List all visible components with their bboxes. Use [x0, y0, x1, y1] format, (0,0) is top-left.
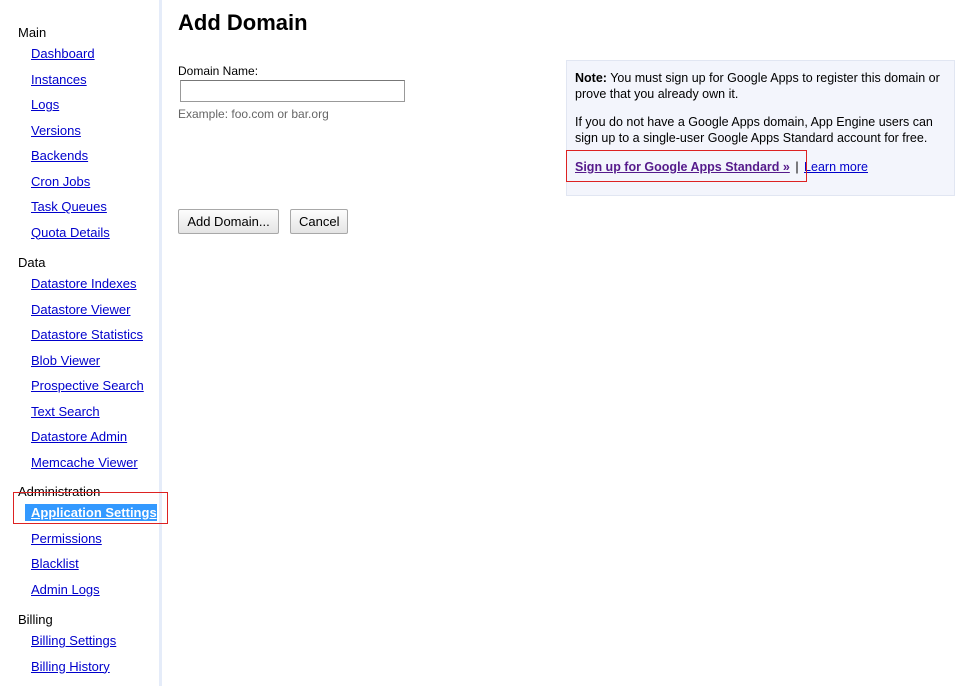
sidebar-item-text-search: Text Search: [18, 399, 144, 425]
blacklist-link[interactable]: Blacklist: [31, 556, 79, 571]
note-text: You must sign up for Google Apps to regi…: [575, 71, 940, 101]
sidebar-item-datastore-viewer: Datastore Viewer: [18, 297, 144, 323]
cancel-button[interactable]: Cancel: [290, 209, 348, 234]
domain-name-label: Domain Name:: [178, 64, 259, 78]
blob-viewer-link[interactable]: Blob Viewer: [31, 353, 100, 368]
sidebar-item-permissions: Permissions: [18, 526, 157, 552]
backends-link[interactable]: Backends: [31, 148, 88, 163]
signup-note-box: Note: You must sign up for Google Apps t…: [566, 60, 955, 196]
note-paragraph-2: If you do not have a Google Apps domain,…: [575, 115, 933, 145]
sidebar-item-blob-viewer: Blob Viewer: [18, 348, 144, 374]
sidebar-item-blacklist: Blacklist: [18, 551, 157, 577]
nav-heading-administration: Administration: [18, 484, 101, 499]
domain-example-hint: Example: foo.com or bar.org: [178, 107, 329, 121]
billing-history-link[interactable]: Billing History: [31, 659, 110, 674]
nav-heading-data: Data: [18, 255, 46, 270]
sidebar-item-datastore-statistics: Datastore Statistics: [18, 322, 144, 348]
sidebar-item-memcache-viewer: Memcache Viewer: [18, 450, 144, 476]
datastore-viewer-link[interactable]: Datastore Viewer: [31, 302, 130, 317]
sidebar-item-application-settings: Application Settings: [18, 500, 157, 526]
datastore-statistics-link[interactable]: Datastore Statistics: [31, 327, 143, 342]
link-separator: |: [795, 160, 799, 174]
nav-list-main: Dashboard Instances Logs Versions Backen…: [18, 41, 110, 245]
sidebar-item-logs: Logs: [18, 92, 110, 118]
datastore-indexes-link[interactable]: Datastore Indexes: [31, 276, 137, 291]
application-settings-link[interactable]: Application Settings: [25, 504, 157, 521]
note-paragraph-1: Note: You must sign up for Google Apps t…: [575, 70, 946, 102]
nav-list-administration: Application Settings Permissions Blackli…: [18, 500, 157, 602]
nav-heading-billing: Billing: [18, 612, 53, 627]
sidebar-item-versions: Versions: [18, 118, 110, 144]
sidebar-nav: Main Dashboard Instances Logs Versions B…: [0, 0, 162, 686]
permissions-link[interactable]: Permissions: [31, 531, 102, 546]
domain-name-input[interactable]: [180, 80, 405, 102]
sidebar-item-instances: Instances: [18, 67, 110, 93]
sidebar-item-task-queues: Task Queues: [18, 194, 110, 220]
logs-link[interactable]: Logs: [31, 97, 59, 112]
instances-link[interactable]: Instances: [31, 72, 87, 87]
nav-heading-main: Main: [18, 25, 47, 40]
sidebar-item-datastore-indexes: Datastore Indexes: [18, 271, 144, 297]
memcache-viewer-link[interactable]: Memcache Viewer: [31, 455, 138, 470]
nav-list-data: Datastore Indexes Datastore Viewer Datas…: [18, 271, 144, 475]
sidebar-item-cron-jobs: Cron Jobs: [18, 169, 110, 195]
prospective-search-link[interactable]: Prospective Search: [31, 378, 144, 393]
sidebar-item-billing-settings: Billing Settings: [18, 628, 116, 654]
nav-group-billing: Billing Billing Settings Billing History: [18, 612, 116, 679]
datastore-admin-link[interactable]: Datastore Admin: [31, 429, 127, 444]
quota-details-link[interactable]: Quota Details: [31, 225, 110, 240]
billing-settings-link[interactable]: Billing Settings: [31, 633, 116, 648]
nav-group-administration: Administration Application Settings Perm…: [18, 484, 157, 602]
sidebar-item-billing-history: Billing History: [18, 654, 116, 680]
task-queues-link[interactable]: Task Queues: [31, 199, 107, 214]
cron-jobs-link[interactable]: Cron Jobs: [31, 174, 90, 189]
sidebar-item-admin-logs: Admin Logs: [18, 577, 157, 603]
note-lead: Note:: [575, 71, 607, 85]
sidebar-item-quota-details: Quota Details: [18, 220, 110, 246]
signup-google-apps-link[interactable]: Sign up for Google Apps Standard »: [575, 160, 790, 174]
nav-group-data: Data Datastore Indexes Datastore Viewer …: [18, 255, 144, 475]
nav-list-billing: Billing Settings Billing History: [18, 628, 116, 679]
page-title: Add Domain: [178, 10, 308, 35]
sidebar-item-datastore-admin: Datastore Admin: [18, 424, 144, 450]
text-search-link[interactable]: Text Search: [31, 404, 100, 419]
nav-group-main: Main Dashboard Instances Logs Versions B…: [18, 25, 110, 245]
sidebar-item-dashboard: Dashboard: [18, 41, 110, 67]
admin-logs-link[interactable]: Admin Logs: [31, 582, 100, 597]
dashboard-link[interactable]: Dashboard: [31, 46, 95, 61]
add-domain-button[interactable]: Add Domain...: [178, 209, 279, 234]
learn-more-link[interactable]: Learn more: [804, 160, 868, 174]
sidebar-item-backends: Backends: [18, 143, 110, 169]
note-links: Sign up for Google Apps Standard » | Lea…: [575, 159, 868, 175]
versions-link[interactable]: Versions: [31, 123, 81, 138]
sidebar-item-prospective-search: Prospective Search: [18, 373, 144, 399]
